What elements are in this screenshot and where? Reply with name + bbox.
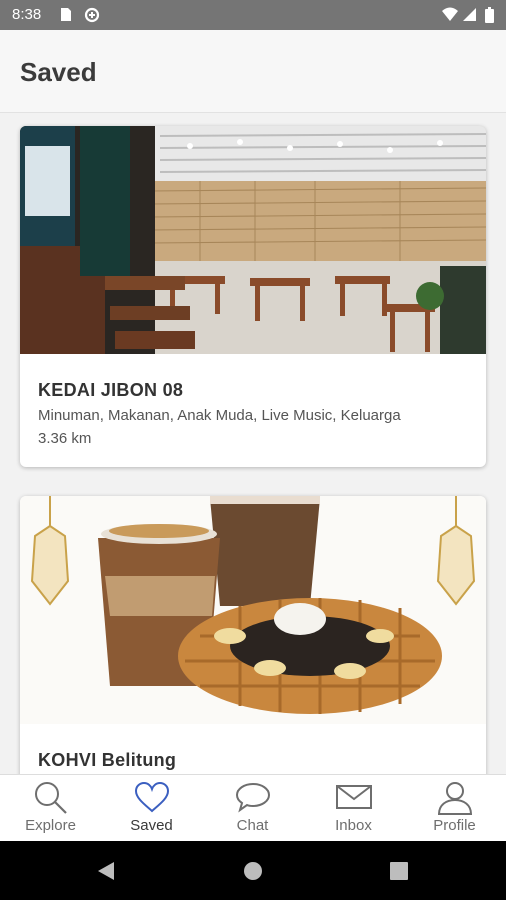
- battery-icon: [485, 7, 494, 23]
- nav-label: Profile: [433, 817, 476, 834]
- app-bar: Saved: [0, 30, 506, 113]
- nav-label: Inbox: [335, 817, 372, 834]
- chat-bubble-icon: [235, 782, 270, 813]
- nav-saved[interactable]: Saved: [101, 775, 202, 842]
- signal-icon: [463, 8, 476, 21]
- saved-place-card[interactable]: KEDAI JIBON 08 Minuman, Makanan, Anak Mu…: [20, 126, 486, 467]
- nav-chat[interactable]: Chat: [202, 775, 303, 842]
- home-icon[interactable]: [243, 861, 263, 881]
- wifi-icon: [442, 7, 458, 21]
- nav-explore[interactable]: Explore: [0, 775, 101, 842]
- nav-label: Explore: [25, 817, 76, 834]
- system-navigation-bar: [0, 841, 506, 900]
- data-saver-icon: [84, 7, 100, 23]
- back-icon[interactable]: [96, 861, 116, 881]
- iced-coffee-and-waffle-photo: [20, 496, 486, 724]
- heart-icon: [134, 781, 169, 813]
- place-distance: 3.36 km: [38, 430, 92, 447]
- sim-card-icon: [61, 8, 71, 21]
- cafe-interior-photo: [20, 126, 486, 354]
- status-time: 8:38: [12, 6, 42, 23]
- envelope-icon: [335, 785, 372, 809]
- bottom-navigation: Explore Saved Chat Inbox Profile: [0, 774, 506, 842]
- place-categories: Minuman, Makanan, Anak Muda, Live Music,…: [38, 407, 401, 424]
- recents-icon[interactable]: [390, 862, 408, 880]
- search-icon: [34, 782, 67, 814]
- page-title: Saved: [20, 57, 97, 87]
- nav-profile[interactable]: Profile: [404, 775, 505, 842]
- nav-inbox[interactable]: Inbox: [303, 775, 404, 842]
- place-name: KOHVI Belitung: [38, 750, 177, 770]
- place-name: KEDAI JIBON 08: [38, 380, 184, 400]
- saved-place-card[interactable]: KOHVI Belitung: [20, 496, 486, 774]
- saved-list[interactable]: KEDAI JIBON 08 Minuman, Makanan, Anak Mu…: [0, 112, 506, 774]
- person-icon: [437, 782, 472, 815]
- nav-label: Chat: [236, 817, 269, 834]
- status-bar: 8:38: [0, 0, 506, 30]
- nav-label: Saved: [130, 817, 173, 834]
